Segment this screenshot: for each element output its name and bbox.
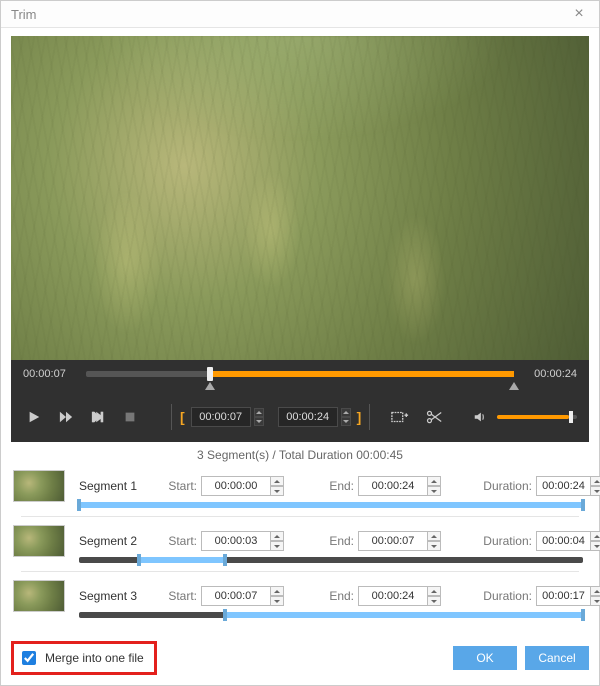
end-label: End:	[320, 589, 354, 603]
segment-divider	[21, 571, 579, 572]
segment-start-field[interactable]: 00:00:07	[201, 586, 271, 606]
segments-summary: 3 Segment(s) / Total Duration 00:00:45	[1, 442, 599, 466]
merge-label: Merge into one file	[45, 651, 144, 665]
segment-end-spinner[interactable]	[428, 476, 441, 496]
segment-duration-spinner[interactable]	[591, 586, 600, 606]
segment-row[interactable]: Segment 2 Start: 00:00:03 End: 00:00:07 Durat…	[11, 521, 589, 557]
start-label: Start:	[157, 534, 197, 548]
segment-thumbnail	[13, 470, 65, 502]
window-title: Trim	[11, 7, 37, 22]
segment-thumbnail	[13, 525, 65, 557]
volume-slider[interactable]	[497, 415, 577, 419]
segment-track[interactable]	[79, 557, 583, 563]
segment-start-field[interactable]: 00:00:03	[201, 531, 271, 551]
segment-start-spinner[interactable]	[271, 531, 284, 551]
segment-row[interactable]: Segment 3 Start: 00:00:07 End: 00:00:24 Durat…	[11, 576, 589, 612]
segment-name: Segment 1	[73, 479, 153, 493]
segment-out-marker[interactable]	[223, 554, 227, 566]
cancel-button[interactable]: Cancel	[525, 646, 589, 670]
set-out-bracket-icon[interactable]: ]	[355, 409, 364, 425]
timeline-row: 00:00:07 00:00:24	[23, 360, 577, 380]
segment-out-marker[interactable]	[581, 609, 585, 621]
segment-duration-spinner[interactable]	[591, 476, 600, 496]
segment-end-spinner[interactable]	[428, 531, 441, 551]
segment-end-field[interactable]: 00:00:24	[358, 476, 428, 496]
segments-list: Segment 1 Start: 00:00:00 End: 00:00:24 Durat…	[1, 466, 599, 622]
segment-in-marker[interactable]	[223, 609, 227, 621]
segment-duration-spinner[interactable]	[591, 531, 600, 551]
segment-start-field[interactable]: 00:00:00	[201, 476, 271, 496]
duration-label: Duration:	[477, 479, 532, 493]
out-time-spinner[interactable]	[341, 407, 351, 427]
in-time-spinner[interactable]	[254, 407, 264, 427]
segment-name: Segment 3	[73, 589, 153, 603]
segment-track-row	[11, 502, 589, 512]
scissors-icon[interactable]	[422, 406, 446, 428]
close-icon[interactable]: ×	[569, 5, 589, 23]
add-segment-icon[interactable]	[388, 406, 412, 428]
start-label: Start:	[157, 479, 197, 493]
current-time: 00:00:07	[23, 368, 78, 380]
play-icon[interactable]	[23, 406, 45, 428]
merge-into-one-file[interactable]: Merge into one file	[11, 641, 157, 675]
segment-start-spinner[interactable]	[271, 476, 284, 496]
segment-row[interactable]: Segment 1 Start: 00:00:00 End: 00:00:24 Durat…	[11, 466, 589, 502]
volume-icon[interactable]	[469, 406, 491, 428]
duration-label: Duration:	[477, 534, 532, 548]
segment-duration-field[interactable]: 00:00:24	[536, 476, 591, 496]
segment-end-field[interactable]: 00:00:07	[358, 531, 428, 551]
volume-area	[469, 406, 577, 428]
next-frame-icon[interactable]	[87, 406, 109, 428]
segment-duration-field[interactable]: 00:00:04	[536, 531, 591, 551]
in-out-group: [ 00:00:07 00:00:24 ]	[171, 404, 370, 430]
start-label: Start:	[157, 589, 197, 603]
segment-end-field[interactable]: 00:00:24	[358, 586, 428, 606]
playhead-thumb[interactable]	[207, 367, 213, 381]
segment-in-marker[interactable]	[137, 554, 141, 566]
in-marker-icon[interactable]	[205, 382, 215, 390]
trim-markers-row	[86, 382, 514, 396]
playback-controls: [ 00:00:07 00:00:24 ]	[23, 396, 577, 432]
end-label: End:	[320, 479, 354, 493]
segment-track[interactable]	[79, 612, 583, 618]
segment-track-row	[11, 612, 589, 622]
video-preview[interactable]	[11, 36, 589, 360]
segment-out-marker[interactable]	[581, 499, 585, 511]
segment-thumbnail	[13, 580, 65, 612]
segment-in-marker[interactable]	[77, 499, 81, 511]
out-marker-icon[interactable]	[509, 382, 519, 390]
segment-end-spinner[interactable]	[428, 586, 441, 606]
out-time-field[interactable]: 00:00:24	[278, 407, 338, 427]
preview-area	[1, 28, 599, 360]
segment-start-spinner[interactable]	[271, 586, 284, 606]
in-time-field[interactable]: 00:00:07	[191, 407, 251, 427]
duration-label: Duration:	[477, 589, 532, 603]
segment-divider	[21, 516, 579, 517]
segment-duration-field[interactable]: 00:00:17	[536, 586, 591, 606]
footer: Merge into one file OK Cancel	[1, 633, 599, 685]
end-time: 00:00:24	[522, 368, 577, 380]
merge-checkbox[interactable]	[22, 651, 36, 665]
titlebar: Trim ×	[1, 1, 599, 28]
segment-track[interactable]	[79, 502, 583, 508]
end-label: End:	[320, 534, 354, 548]
ok-button[interactable]: OK	[453, 646, 517, 670]
trim-dialog: Trim × 00:00:07 00:00:24	[0, 0, 600, 686]
segment-name: Segment 2	[73, 534, 153, 548]
fast-forward-icon[interactable]	[55, 406, 77, 428]
timeline-track[interactable]	[86, 371, 514, 377]
stop-icon[interactable]	[119, 406, 141, 428]
volume-thumb[interactable]	[569, 411, 573, 423]
set-in-bracket-icon[interactable]: [	[178, 409, 187, 425]
segment-track-row	[11, 557, 589, 567]
playback-panel: 00:00:07 00:00:24 [	[11, 360, 589, 442]
